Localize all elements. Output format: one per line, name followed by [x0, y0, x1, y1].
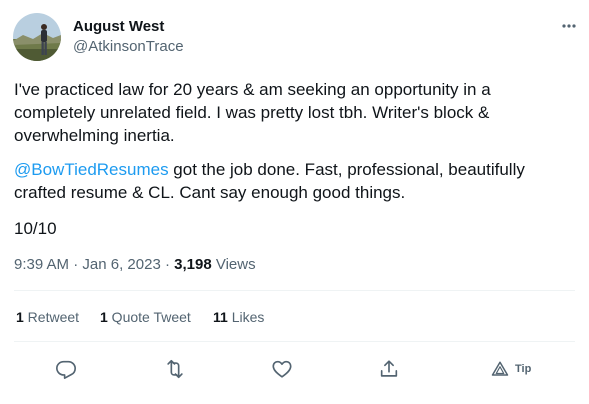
tweet-paragraph-1: I've practiced law for 20 years & am see… — [14, 80, 491, 145]
like-button[interactable] — [271, 355, 293, 383]
retweet-button[interactable] — [163, 355, 187, 383]
tweet-time[interactable]: 9:39 AM — [14, 256, 69, 273]
reply-button[interactable] — [55, 355, 77, 383]
more-options-button[interactable] — [558, 18, 580, 36]
mention-link[interactable]: @BowTiedResumes — [14, 160, 169, 179]
retweets-stat[interactable]: 1 Retweet — [16, 309, 79, 325]
views-count: 3,198 — [174, 256, 212, 273]
divider — [14, 290, 575, 291]
reply-icon — [56, 360, 76, 379]
divider — [14, 341, 575, 342]
tweet-date[interactable]: Jan 6, 2023 — [82, 256, 160, 273]
likes-label: Likes — [227, 309, 265, 325]
retweets-label: Retweet — [23, 309, 80, 325]
avatar[interactable] — [13, 13, 61, 61]
avatar-photo — [13, 13, 61, 61]
tweet-meta: 9:39 AM · Jan 6, 2023 · 3,198 Views — [14, 256, 256, 273]
tweet-paragraph-3: 10/10 — [14, 219, 57, 238]
share-button[interactable] — [378, 355, 400, 383]
likes-stat[interactable]: 11 Likes — [213, 309, 264, 325]
quotes-count: 1 — [100, 309, 108, 325]
quote-tweets-stat[interactable]: 1 Quote Tweet — [100, 309, 191, 325]
author-name[interactable]: August West — [73, 18, 164, 35]
share-icon — [380, 360, 398, 377]
tip-button[interactable]: Tip — [491, 355, 531, 383]
likes-count: 11 — [213, 309, 228, 325]
more-horizontal-icon — [562, 24, 576, 28]
views-label: Views — [211, 256, 256, 273]
meta-separator: · — [160, 256, 175, 273]
heart-icon — [272, 360, 292, 378]
tweet-card: August West @AtkinsonTrace I've practice… — [0, 0, 589, 404]
tip-label: Tip — [515, 363, 532, 375]
quotes-label: Quote Tweet — [107, 309, 191, 325]
meta-separator: · — [69, 256, 83, 273]
retweets-count: 1 — [16, 309, 24, 325]
tweet-actions: Tip — [0, 355, 589, 383]
tweet-paragraph-2: @BowTiedResumes got the job done. Fast, … — [14, 158, 574, 204]
author-handle[interactable]: @AtkinsonTrace — [73, 38, 184, 55]
retweet-icon — [167, 359, 183, 379]
tip-icon — [491, 361, 509, 376]
